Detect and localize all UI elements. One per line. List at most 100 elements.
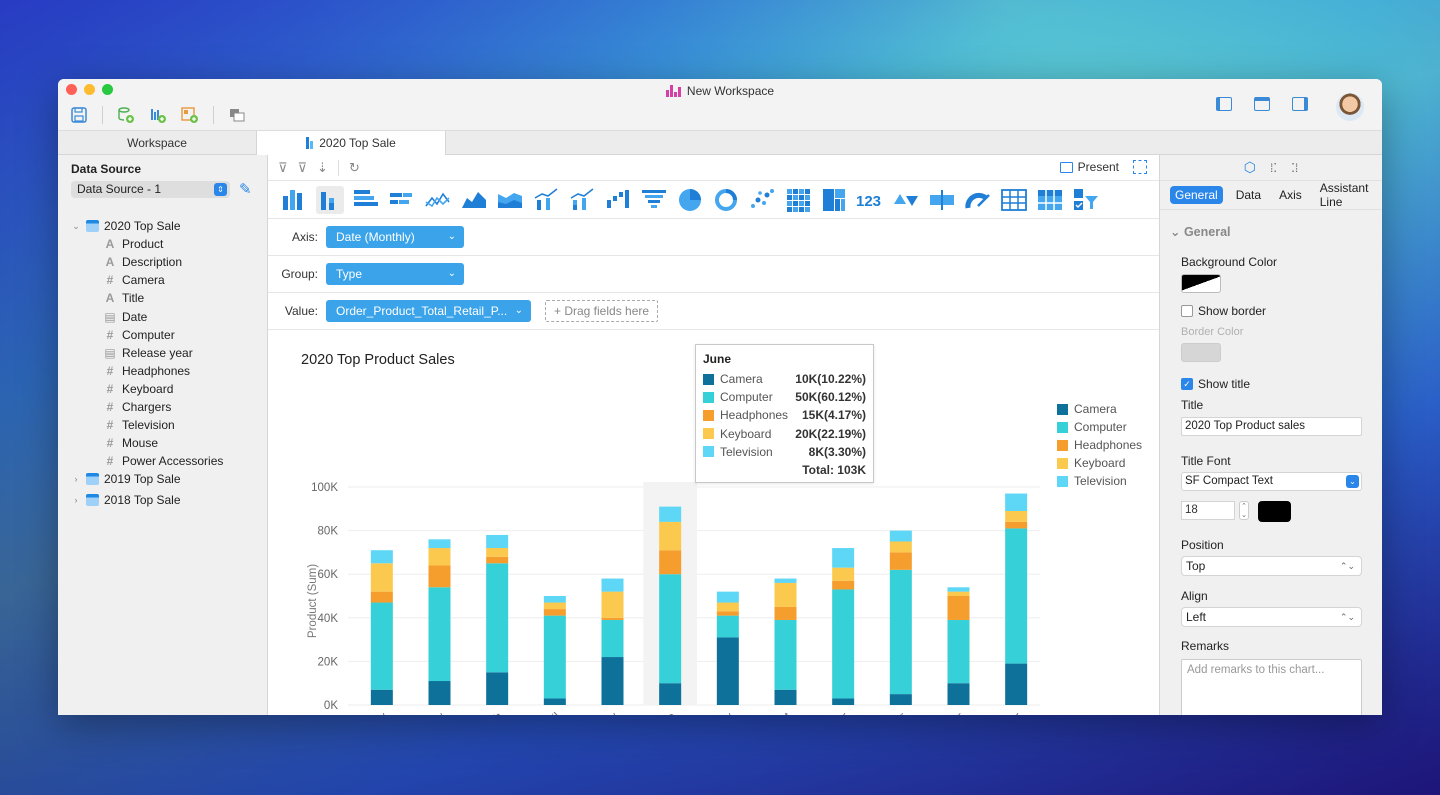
bar-segment-camera[interactable] [889, 694, 912, 705]
title-color-swatch[interactable] [1258, 501, 1291, 522]
fullscreen-icon[interactable] [1133, 160, 1147, 174]
chart-type-horizontal-bar-button[interactable] [352, 186, 380, 214]
bar-segment-camera[interactable] [486, 672, 509, 705]
show-border-checkbox[interactable] [1181, 305, 1193, 317]
refresh-icon[interactable]: ↻ [349, 160, 360, 176]
sort-icon[interactable]: ⇣ [317, 160, 328, 176]
top-panel-toggle-icon[interactable] [1254, 97, 1270, 111]
chevron-down-icon[interactable]: ⌄ [70, 221, 82, 232]
field-item[interactable]: A Product [70, 235, 267, 253]
bar-segment-television[interactable] [774, 578, 797, 583]
bar-segment-camera[interactable] [659, 683, 682, 705]
bar-segment-headphones[interactable] [1005, 521, 1028, 529]
bar-segment-computer[interactable] [543, 615, 566, 699]
bar-segment-television[interactable] [370, 550, 393, 564]
bar-segment-headphones[interactable] [947, 596, 970, 620]
bar-segment-keyboard[interactable] [1005, 510, 1028, 522]
field-item[interactable]: A Title [70, 289, 267, 307]
bar-segment-keyboard[interactable] [370, 563, 393, 592]
chevron-right-icon[interactable]: › [70, 495, 82, 505]
bar-segment-computer[interactable] [947, 619, 970, 684]
present-button[interactable]: Present [1059, 160, 1119, 174]
field-item[interactable]: # Television [70, 416, 267, 434]
bar-segment-television[interactable] [428, 539, 451, 549]
tab-axis[interactable]: Axis [1274, 186, 1307, 204]
remarks-textarea[interactable]: Add remarks to this chart... [1181, 659, 1362, 715]
chart-type-filter-checklist-button[interactable] [1072, 186, 1100, 214]
bar-segment-computer[interactable] [370, 602, 393, 690]
bar-segment-camera[interactable] [716, 637, 739, 705]
chart-type-bar-button[interactable] [280, 186, 308, 214]
cube-settings-icon[interactable]: ⬡ [1244, 159, 1256, 176]
tab-2020-top-sale[interactable]: 2020 Top Sale [256, 131, 446, 155]
bar-segment-keyboard[interactable] [889, 541, 912, 553]
chart-type-stacked-bar-button[interactable] [316, 185, 344, 214]
legend-item[interactable]: Computer [1057, 418, 1142, 436]
duplicate-icon[interactable] [228, 106, 246, 124]
bar-segment-keyboard[interactable] [659, 521, 682, 551]
title-font-select[interactable]: SF Compact Text ⌄ [1181, 472, 1362, 491]
align-select[interactable]: Left ⌃⌄ [1181, 607, 1362, 627]
chart-type-pivot-table-button[interactable] [1036, 186, 1064, 214]
tree-item-2020-top-sale[interactable]: ⌄ 2020 Top Sale [70, 217, 267, 235]
bar-segment-television[interactable] [947, 587, 970, 592]
drag-fields-dropzone[interactable]: + Drag fields here [545, 300, 659, 322]
show-title-checkbox[interactable]: ✓ [1181, 378, 1193, 390]
field-item[interactable]: # Power Accessories [70, 452, 267, 470]
bar-segment-television[interactable] [543, 596, 566, 603]
bar-segment-camera[interactable] [832, 698, 855, 705]
left-panel-toggle-icon[interactable] [1216, 97, 1232, 111]
save-icon[interactable] [70, 106, 88, 124]
chart-type-waterfall-button[interactable] [604, 186, 632, 214]
bar-segment-television[interactable] [1005, 493, 1028, 511]
legend-item[interactable]: Television [1057, 472, 1142, 490]
bar-segment-television[interactable] [601, 578, 624, 592]
bar-segment-headphones[interactable] [601, 617, 624, 620]
bar-segment-camera[interactable] [601, 657, 624, 705]
chart-type-donut-button[interactable] [712, 186, 740, 214]
tree-item-2019-top-sale[interactable]: › 2019 Top Sale [70, 470, 267, 488]
field-item[interactable]: ▤ Date [70, 307, 267, 325]
chart-type-treemap-button[interactable] [820, 186, 848, 214]
chart-type-bullet-button[interactable] [928, 186, 956, 214]
bar-segment-computer[interactable] [428, 587, 451, 682]
layout-left-icon[interactable]: ⁞⁚ [1270, 161, 1277, 175]
group-field-select[interactable]: Type ⌄ [326, 263, 464, 285]
bar-segment-keyboard[interactable] [774, 582, 797, 607]
bar-segment-keyboard[interactable] [428, 548, 451, 566]
bar-segment-headphones[interactable] [716, 611, 739, 616]
background-color-swatch[interactable] [1181, 274, 1221, 293]
chart-type-heatmap-button[interactable] [784, 186, 812, 214]
field-item[interactable]: # Mouse [70, 434, 267, 452]
bar-segment-headphones[interactable] [832, 580, 855, 590]
value-field-select[interactable]: Order_Product_Total_Retail_P... ⌄ [326, 300, 531, 322]
bar-segment-computer[interactable] [716, 615, 739, 638]
bar-segment-computer[interactable] [832, 589, 855, 699]
bar-segment-computer[interactable] [601, 619, 624, 658]
legend-item[interactable]: Headphones [1057, 436, 1142, 454]
chart-type-pie-button[interactable] [676, 186, 704, 214]
bar-segment-keyboard[interactable] [832, 567, 855, 581]
chart-type-scatter-button[interactable] [748, 186, 776, 214]
field-item[interactable]: # Chargers [70, 398, 267, 416]
layout-right-icon[interactable]: ⁚⁞ [1291, 161, 1298, 175]
tab-general[interactable]: General [1170, 186, 1223, 204]
legend-item[interactable]: Camera [1057, 400, 1142, 418]
chart-type-stacked-area-button[interactable] [496, 186, 524, 214]
bar-segment-keyboard[interactable] [947, 591, 970, 596]
axis-field-select[interactable]: Date (Monthly) ⌄ [326, 226, 464, 248]
bar-segment-camera[interactable] [774, 689, 797, 705]
tab-workspace[interactable]: Workspace [58, 131, 256, 155]
bar-segment-camera[interactable] [1005, 663, 1028, 705]
bar-segment-headphones[interactable] [486, 556, 509, 564]
field-item[interactable]: # Keyboard [70, 380, 267, 398]
bar-segment-camera[interactable] [370, 689, 393, 705]
chart-type-area-button[interactable] [460, 186, 488, 214]
chart-type-kpi-number-button[interactable]: 123 [856, 186, 884, 214]
field-item[interactable]: # Computer [70, 326, 267, 344]
bar-segment-computer[interactable] [774, 619, 797, 690]
field-item[interactable]: A Description [70, 253, 267, 271]
bar-segment-keyboard[interactable] [601, 591, 624, 618]
field-item[interactable]: # Camera [70, 271, 267, 289]
bar-segment-television[interactable] [716, 591, 739, 603]
